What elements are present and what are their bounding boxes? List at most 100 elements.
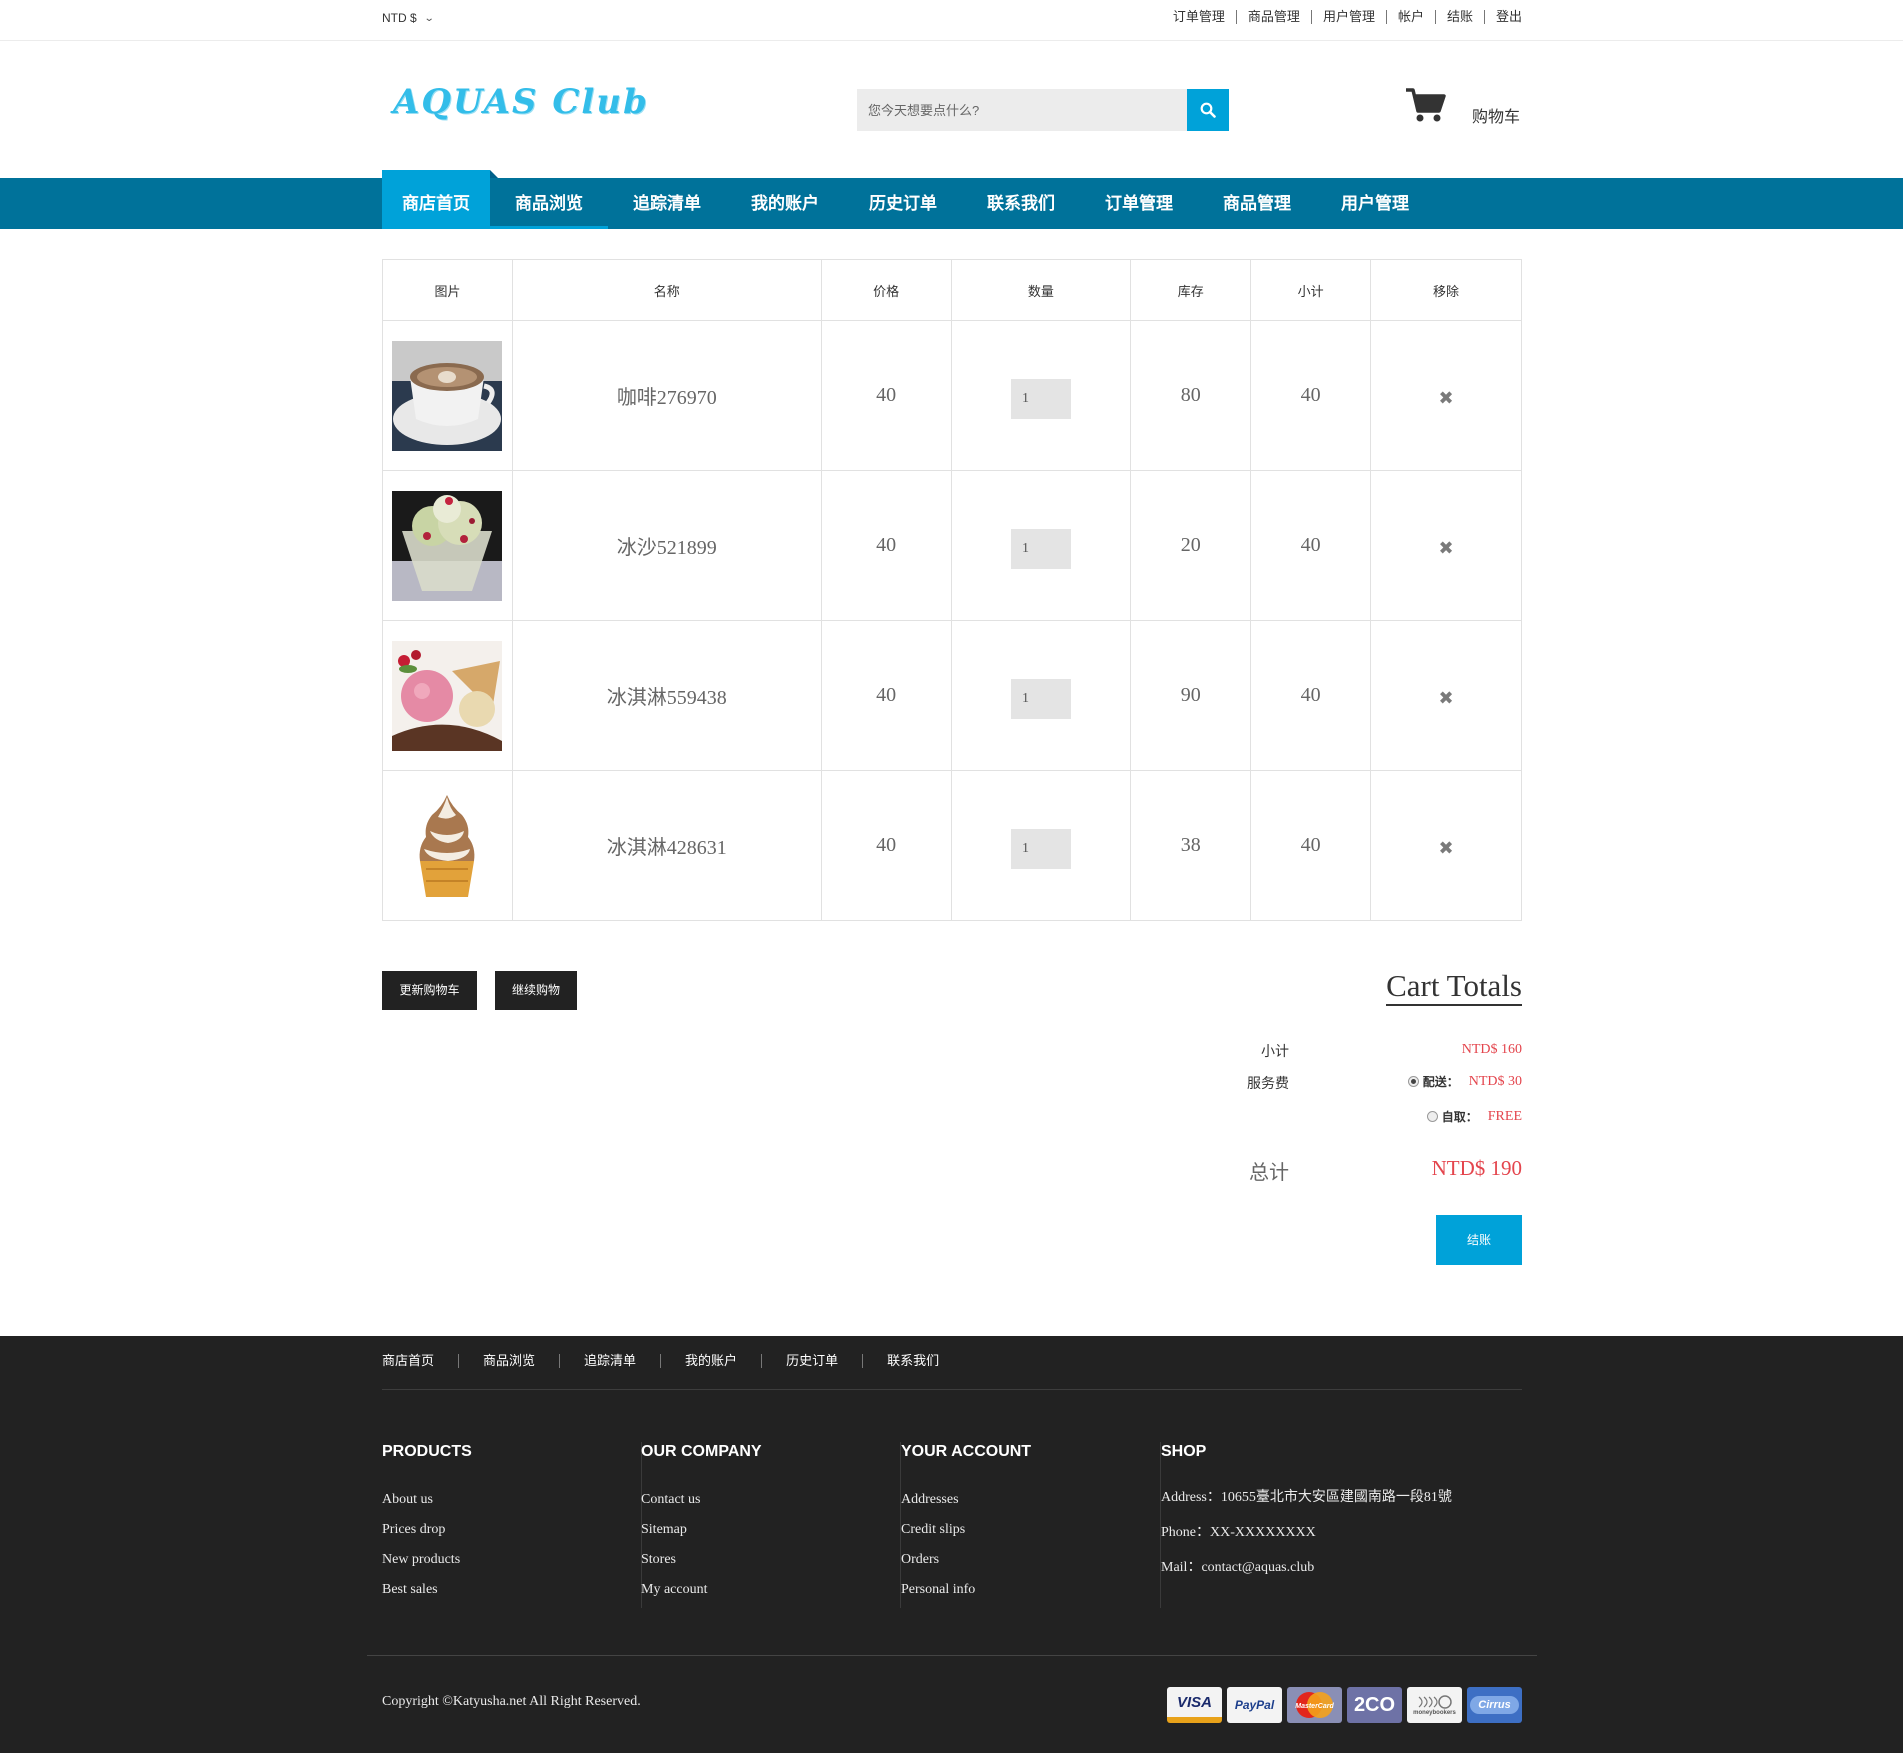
product-name[interactable]: 冰沙521899	[511, 470, 822, 621]
top-link-checkout[interactable]: 结账	[1434, 10, 1484, 24]
product-subtotal: 40	[1250, 470, 1372, 621]
total-value: NTD$ 190	[1431, 1156, 1522, 1180]
col-header-price: 价格	[820, 259, 952, 321]
product-name[interactable]: 冰淇淋559438	[511, 620, 822, 771]
nav-item-home[interactable]: 商店首页	[382, 170, 498, 229]
pickup-label: 自取：	[1441, 1110, 1478, 1124]
search-button[interactable]	[1187, 89, 1229, 131]
product-name[interactable]: 咖啡276970	[511, 320, 822, 471]
shopping-cart-icon[interactable]	[1405, 86, 1447, 124]
nav-item-product-admin[interactable]: 商品管理	[1198, 178, 1316, 229]
delivery-option[interactable]: 配送： NTD$ 30	[1407, 1073, 1522, 1090]
top-link-logout[interactable]: 登出	[1483, 10, 1522, 24]
subtotal-value: NTD$ 160	[1461, 1042, 1522, 1057]
site-logo[interactable]: AQUAS Club	[393, 82, 649, 122]
top-link-user-admin[interactable]: 用户管理	[1310, 10, 1386, 24]
search-icon	[1200, 102, 1216, 118]
footer-column-title: OUR COMPANY	[641, 1443, 762, 1460]
footer-column-account: YOUR ACCOUNT Addresses Credit slips Orde…	[901, 1442, 1161, 1608]
cirrus-icon: Cirrus	[1467, 1687, 1522, 1723]
footer-link[interactable]: My account	[641, 1575, 900, 1605]
cart-label[interactable]: 购物车	[1472, 103, 1520, 127]
product-name[interactable]: 冰淇淋428631	[511, 770, 822, 921]
footer-link[interactable]: About us	[382, 1485, 641, 1515]
mastercard-icon: MasterCard	[1287, 1687, 1342, 1723]
footer-link[interactable]: Prices drop	[382, 1515, 641, 1545]
currency-label: NTD $	[382, 11, 417, 25]
remove-icon[interactable]: ✖	[1439, 538, 1454, 559]
delivery-price: NTD$ 30	[1468, 1073, 1522, 1089]
payment-methods: VISA PayPal MasterCard 2CO moneybookers …	[1167, 1687, 1522, 1723]
col-header-quantity: 数量	[950, 259, 1132, 321]
moneybookers-icon: moneybookers	[1407, 1687, 1462, 1723]
col-header-remove: 移除	[1370, 259, 1522, 321]
cart-table: 图片 名称 价格 数量 库存 小计 移除 咖啡276970 40 80 40 ✖	[382, 259, 1522, 921]
pickup-option[interactable]: 自取： FREE	[1426, 1108, 1522, 1125]
pickup-radio[interactable]	[1426, 1111, 1438, 1122]
nav-item-wishlist[interactable]: 追踪清单	[608, 178, 726, 229]
paypal-icon: PayPal	[1227, 1687, 1282, 1723]
footer-link-wishlist[interactable]: 追踪清单	[559, 1354, 660, 1368]
shop-phone: Phone：XX-XXXXXXXX	[1161, 1525, 1316, 1540]
footer-link-order-history[interactable]: 历史订单	[761, 1354, 862, 1368]
currency-selector[interactable]: NTD $ ⌄	[382, 11, 434, 25]
shop-mail[interactable]: Mail：contact@aquas.club	[1161, 1550, 1452, 1585]
footer-link[interactable]: Contact us	[641, 1485, 900, 1515]
update-cart-button[interactable]: 更新购物车	[382, 971, 477, 1010]
product-image-smoothie[interactable]	[392, 490, 503, 601]
footer-link[interactable]: New products	[382, 1545, 641, 1575]
footer-divider	[382, 1389, 1522, 1390]
table-header-row: 图片 名称 价格 数量 库存 小计 移除	[382, 259, 1522, 321]
footer-link-browse[interactable]: 商品浏览	[458, 1354, 559, 1368]
total-label: 总计	[1249, 1162, 1289, 1184]
nav-item-order-history[interactable]: 历史订单	[844, 178, 962, 229]
pickup-price: FREE	[1487, 1108, 1522, 1124]
remove-icon[interactable]: ✖	[1439, 388, 1454, 409]
footer-link-account[interactable]: 我的账户	[660, 1354, 761, 1368]
nav-item-account[interactable]: 我的账户	[726, 178, 844, 229]
quantity-input[interactable]	[1010, 528, 1071, 569]
main-nav: 商店首页 商品浏览 追踪清单 我的账户 历史订单 联系我们 订单管理 商品管理 …	[0, 170, 1903, 229]
footer-link[interactable]: Best sales	[382, 1575, 641, 1605]
footer-column-shop: SHOP Address：10655臺北市大安區建國南路一段81號 Phone：…	[1161, 1442, 1452, 1585]
nav-item-contact[interactable]: 联系我们	[962, 178, 1080, 229]
footer-link-home[interactable]: 商店首页	[382, 1354, 458, 1368]
continue-shopping-button[interactable]: 继续购物	[495, 971, 577, 1010]
product-image-coffee[interactable]	[392, 340, 503, 451]
footer-link[interactable]: Sitemap	[641, 1515, 900, 1545]
product-price: 40	[820, 320, 952, 471]
product-stock: 20	[1130, 470, 1252, 621]
col-header-stock: 库存	[1130, 259, 1252, 321]
product-price: 40	[820, 620, 952, 771]
2co-icon: 2CO	[1347, 1687, 1402, 1723]
footer-link[interactable]: Credit slips	[901, 1515, 1160, 1545]
nav-item-browse[interactable]: 商品浏览	[490, 178, 608, 229]
search-input[interactable]	[857, 89, 1187, 131]
checkout-button[interactable]: 结账	[1436, 1215, 1522, 1265]
top-link-order-admin[interactable]: 订单管理	[1162, 10, 1236, 24]
footer-link[interactable]: Stores	[641, 1545, 900, 1575]
top-link-product-admin[interactable]: 商品管理	[1235, 10, 1311, 24]
top-link-account[interactable]: 帐户	[1385, 10, 1435, 24]
search-bar	[857, 89, 1229, 131]
footer-column-title: PRODUCTS	[382, 1443, 472, 1460]
product-subtotal: 40	[1250, 320, 1372, 471]
top-links: 订单管理 商品管理 用户管理 帐户 结账 登出	[1162, 10, 1522, 24]
product-image-ice-cream-cones[interactable]	[392, 640, 503, 751]
quantity-input[interactable]	[1010, 828, 1071, 869]
footer-link[interactable]: Orders	[901, 1545, 1160, 1575]
quantity-input[interactable]	[1010, 378, 1071, 419]
footer-link[interactable]: Addresses	[901, 1485, 1160, 1515]
top-bar: NTD $ ⌄ 订单管理 商品管理 用户管理 帐户 结账 登出	[0, 0, 1903, 41]
col-header-subtotal: 小计	[1250, 259, 1372, 321]
delivery-radio[interactable]	[1407, 1076, 1419, 1087]
remove-icon[interactable]: ✖	[1439, 688, 1454, 709]
nav-item-order-admin[interactable]: 订单管理	[1080, 178, 1198, 229]
nav-item-user-admin[interactable]: 用户管理	[1316, 178, 1434, 229]
footer-nav: 商店首页 商品浏览 追踪清单 我的账户 历史订单 联系我们	[382, 1354, 963, 1368]
quantity-input[interactable]	[1010, 678, 1071, 719]
footer-link[interactable]: Personal info	[901, 1575, 1160, 1605]
product-image-soft-serve[interactable]	[392, 790, 503, 901]
footer-link-contact[interactable]: 联系我们	[862, 1354, 963, 1368]
remove-icon[interactable]: ✖	[1439, 838, 1454, 859]
